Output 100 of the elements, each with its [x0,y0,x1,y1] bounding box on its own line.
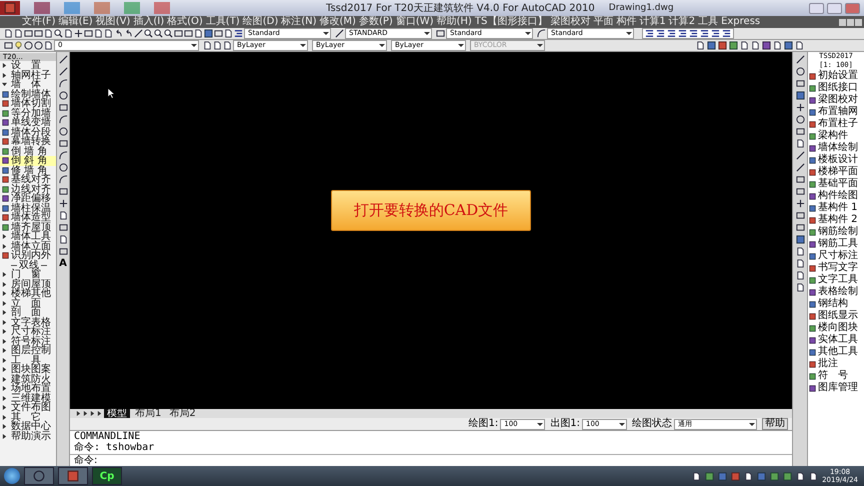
rectangle-icon[interactable] [84,29,93,38]
application-menu-button[interactable] [0,1,20,15]
menu-item[interactable]: 文件(F) [22,16,56,28]
menu-item[interactable]: 绘图(D) [242,16,278,28]
palette-group[interactable]: 墙体工具 [0,232,56,242]
palette-tool[interactable]: 墙体切割 [0,99,56,108]
taskbar-app-button[interactable]: Cp [92,467,122,485]
circle-icon[interactable] [796,115,804,124]
palette-item[interactable]: 图纸接口 [808,82,864,94]
text-tool-button[interactable]: A [59,259,67,269]
square-icon[interactable] [707,41,716,50]
circle-icon[interactable] [24,41,33,50]
line-icon[interactable] [796,55,804,64]
menu-item[interactable]: 修改(M) [320,16,356,28]
line-icon[interactable] [796,151,804,160]
menu-item[interactable]: TS【图形接口】 [474,16,548,28]
palette-tool[interactable]: 修 墙 角 [0,166,56,175]
text-style-icon[interactable] [700,29,709,38]
palette-group[interactable]: 房间屋顶 [0,280,56,289]
rectangle-icon[interactable] [436,29,445,38]
menu-item[interactable]: 格式(O) [167,16,203,28]
palette-group[interactable]: 其 它 [0,412,56,422]
taskbar-app-button[interactable] [58,467,88,485]
palette-item[interactable]: 构件绘图 [808,190,864,202]
line-icon[interactable] [58,67,68,76]
palette-section[interactable]: 双线 [0,260,56,270]
palette-tool[interactable]: 墙体造型 [0,213,56,222]
rectangle-icon[interactable] [58,139,68,148]
palette-tool[interactable]: 墙体分段 [0,128,56,137]
palette-tool[interactable]: 倒 墙 角 [0,146,56,156]
palette-item[interactable]: 布置轴网 [808,106,864,118]
palette-tool[interactable]: 单线变墙 [0,118,56,128]
palette-item[interactable]: 楼向图块 [808,322,864,334]
circle-icon[interactable] [58,163,68,172]
restore-button[interactable] [847,18,854,26]
palette-item[interactable]: 实体工具 [808,334,864,346]
magnifier-icon[interactable] [164,29,173,38]
menu-item[interactable]: 插入(I) [133,16,164,28]
palette-item[interactable]: 基构件 1 [808,202,864,214]
square-icon[interactable] [762,41,771,50]
palette-group[interactable]: 图块图案 [0,365,56,374]
arc-icon[interactable] [58,175,68,184]
text-style-icon[interactable] [656,29,665,38]
palette-group[interactable]: 帮助演示 [0,432,56,441]
palette-item[interactable]: 基构件 2 [808,214,864,226]
move-icon[interactable] [74,29,83,38]
palette-item[interactable]: 图库管理 [808,382,864,394]
magnifier-icon[interactable] [54,29,63,38]
document-icon[interactable] [744,472,754,480]
rectangle-icon[interactable] [4,41,13,50]
palette-group[interactable]: 符号标注 [0,336,56,346]
rectangle-icon[interactable] [58,187,68,196]
rectangle-icon[interactable] [58,223,68,232]
document-icon[interactable] [692,472,702,480]
move-icon[interactable] [796,199,804,208]
palette-group[interactable]: 文字表格 [0,318,56,327]
help-button[interactable]: 帮助 [762,418,788,430]
circle-icon[interactable] [796,67,804,76]
palette-group[interactable]: 三维建模 [0,394,56,403]
palette-item[interactable]: 文字工具 [808,274,864,286]
palette-group[interactable]: 墙体立面 [0,242,56,251]
document-icon[interactable] [58,211,68,220]
menu-item[interactable]: 计算1 [639,16,666,28]
palette-tool[interactable]: 净距偏移 [0,194,56,204]
menu-item[interactable]: 帮助(H) [436,16,472,28]
palette-tool[interactable]: 墙齐屋顶 [0,222,56,232]
palette-item[interactable]: 楼板设计 [808,154,864,166]
minimize-button[interactable] [839,18,846,26]
palette-tool[interactable]: 倒 斜 角 [0,156,56,166]
move-icon[interactable] [58,199,68,208]
palette-item[interactable]: 梁图校对 [808,94,864,106]
palette-tool[interactable]: 等分加墙 [0,108,56,118]
document-icon[interactable] [796,139,804,148]
rectangle-icon[interactable] [58,247,68,256]
line-icon[interactable] [134,29,143,38]
palette-item[interactable]: 布置柱子 [808,118,864,130]
palette-group[interactable]: 文件布图 [0,403,56,412]
palette-item[interactable]: 图纸显示 [808,310,864,322]
palette-item[interactable]: 梁构件 [808,130,864,142]
line-icon[interactable] [335,29,344,38]
palette-item[interactable]: 基础平面 [808,178,864,190]
palette-tool[interactable]: 识别内外 [0,251,56,260]
arc-icon[interactable] [58,115,68,124]
palette-group[interactable]: 场地布置 [0,384,56,394]
menu-item[interactable]: 编辑(E) [58,16,93,28]
palette-group[interactable]: 工 具 [0,356,56,365]
palette-item[interactable]: 钢筋工具 [808,238,864,250]
square-icon[interactable] [718,41,727,50]
palette-tool[interactable]: 幕墙转换 [0,137,56,146]
taskbar-app-button[interactable] [24,467,54,485]
text-style-icon[interactable] [645,29,654,38]
square-icon[interactable] [729,41,738,50]
close-button[interactable] [855,18,862,26]
caret-down-icon[interactable] [2,82,7,88]
palette-group[interactable]: 尺寸标注 [0,327,56,336]
menu-item[interactable]: Express [721,16,760,28]
text-style-icon[interactable] [722,29,731,38]
rectangle-icon[interactable] [796,79,804,88]
text-style-icon[interactable] [689,29,698,38]
palette-tool[interactable]: 基线对齐 [0,175,56,184]
